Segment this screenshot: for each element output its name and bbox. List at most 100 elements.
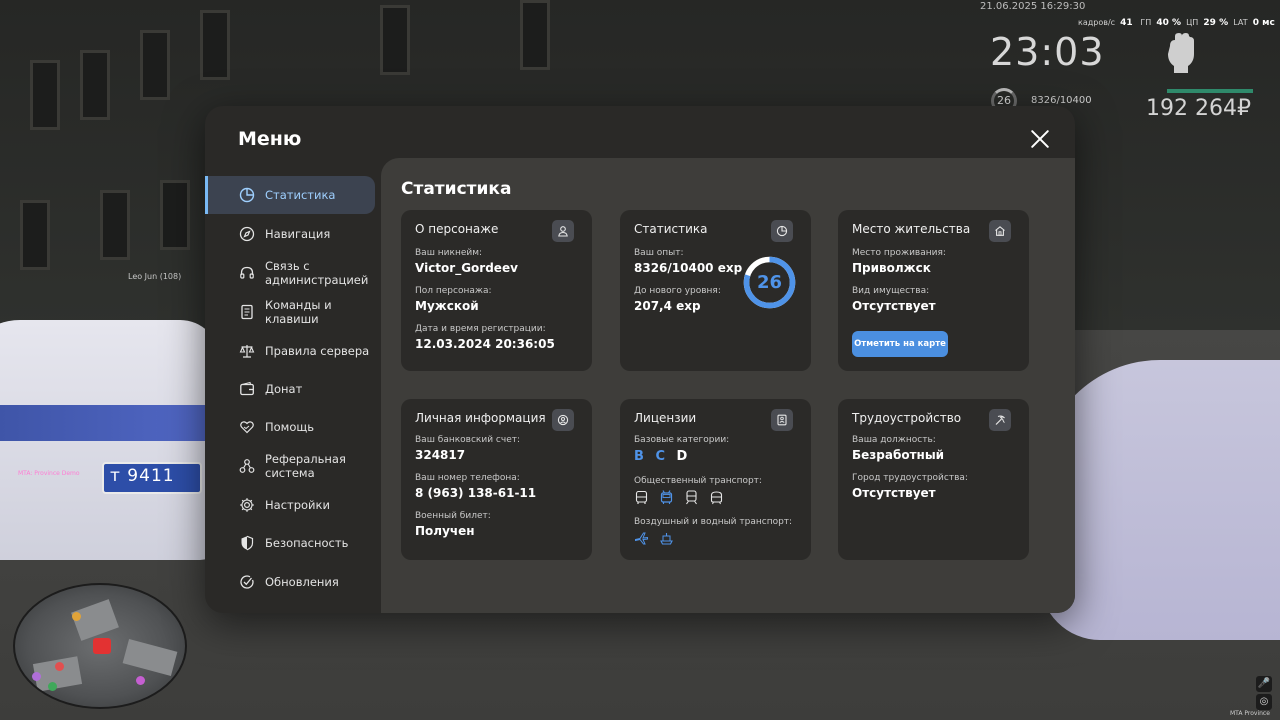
- license-category-b: B: [634, 449, 644, 464]
- hud-health-bar: [1167, 89, 1253, 93]
- sidebar-item-label: Навигация: [265, 227, 331, 241]
- gpu-value: 40 %: [1156, 18, 1181, 28]
- building-window: [160, 180, 190, 250]
- gpu-label: ГП: [1140, 18, 1152, 27]
- microphone-icon[interactable]: 🎤: [1256, 676, 1272, 692]
- wallet-icon: [238, 380, 256, 398]
- property-value: Отсутствует: [852, 299, 936, 313]
- building-window: [520, 0, 550, 70]
- car-tag: MTA: Province Demo: [18, 470, 80, 477]
- card-licenses: Лицензии Базовые категории: B C D Общест…: [620, 399, 811, 560]
- menu-sidebar: Статистика Навигация Связь с администрац…: [205, 174, 381, 613]
- phone-label: Ваш номер телефона:: [415, 473, 520, 483]
- lat-label: LAT: [1233, 18, 1248, 27]
- id-card-icon: [771, 409, 793, 431]
- public-transport-icons: [634, 490, 725, 506]
- sidebar-item-label: Статистика: [265, 188, 336, 202]
- mark-on-map-button[interactable]: Отметить на карте: [852, 331, 948, 357]
- pie-chart-icon: [238, 186, 256, 204]
- menu-modal: Меню Статистика Навигация Связь с админи…: [205, 106, 1075, 613]
- public-transport-label: Общественный транспорт:: [634, 476, 762, 486]
- sidebar-item-stats[interactable]: Статистика: [205, 176, 375, 214]
- card-title: Личная информация: [415, 411, 546, 425]
- map-marker-icon: [55, 662, 64, 671]
- sidebar-item-label: Безопасность: [265, 536, 349, 550]
- place-label: Место проживания:: [852, 248, 946, 258]
- close-icon[interactable]: [1028, 127, 1052, 151]
- building-window: [80, 50, 110, 120]
- minimap-block: [122, 638, 178, 677]
- minimap-player-icon: [93, 638, 111, 654]
- heart-hand-icon: [238, 418, 256, 436]
- sidebar-item-label: Связь с администрацией: [265, 259, 369, 287]
- user-icon: [552, 220, 574, 242]
- place-value: Приволжск: [852, 261, 931, 275]
- nickname-label: Ваш никнейм:: [415, 248, 483, 258]
- headset-icon: [238, 264, 256, 282]
- check-circle-icon: [238, 573, 256, 591]
- military-label: Военный билет:: [415, 511, 491, 521]
- license-category-c: C: [655, 449, 665, 464]
- sidebar-item-keys[interactable]: Команды и клавиши: [205, 293, 375, 331]
- building-window: [140, 30, 170, 100]
- hud-performance: кадров/с 41 ГП 40 % ЦП 29 % LAT 0 мс: [1078, 18, 1275, 28]
- pickaxe-icon: [989, 409, 1011, 431]
- next-level-label: До нового уровня:: [634, 286, 721, 296]
- building-window: [100, 190, 130, 260]
- mta-footer: MTA Province: [1230, 710, 1270, 717]
- sidebar-item-label: Настройки: [265, 498, 330, 512]
- target-icon[interactable]: ◎: [1256, 694, 1272, 710]
- sidebar-item-updates[interactable]: Обновления: [205, 563, 375, 601]
- military-value: Получен: [415, 524, 475, 538]
- sidebar-item-label: Помощь: [265, 420, 315, 434]
- network-icon: [238, 457, 256, 475]
- hud-clock: 23:03: [990, 30, 1105, 74]
- face-icon: [552, 409, 574, 431]
- bank-label: Ваш банковский счет:: [415, 435, 521, 445]
- registration-label: Дата и время регистрации:: [415, 324, 546, 334]
- cpu-value: 29 %: [1203, 18, 1229, 28]
- card-statistics: Статистика Ваш опыт: 8326/10400 exp До н…: [620, 210, 811, 371]
- employment-city-label: Город трудоустройства:: [852, 473, 968, 483]
- sidebar-item-nav[interactable]: Навигация: [205, 215, 375, 253]
- police-car-right: [1040, 360, 1280, 640]
- cpu-label: ЦП: [1186, 18, 1199, 27]
- plane-icon: [634, 531, 650, 547]
- page-title: Статистика: [401, 179, 512, 199]
- sidebar-item-rules[interactable]: Правила сервера: [205, 332, 375, 370]
- property-label: Вид имущества:: [852, 286, 930, 296]
- position-value: Безработный: [852, 448, 945, 462]
- sidebar-item-help[interactable]: Помощь: [205, 408, 375, 446]
- sidebar-item-security[interactable]: Безопасность: [205, 524, 375, 562]
- bus-icon: [634, 490, 650, 506]
- registration-value: 12.03.2024 20:36:05: [415, 337, 555, 351]
- lat-value: 0 мс: [1252, 18, 1275, 28]
- card-residence: Место жительства Место проживания: Приво…: [838, 210, 1029, 371]
- sidebar-item-referral[interactable]: Реферальная система: [205, 447, 375, 485]
- card-title: Статистика: [634, 222, 708, 236]
- sidebar-item-donate[interactable]: Донат: [205, 370, 375, 408]
- hud-datetime: 21.06.2025 16:29:30: [980, 1, 1086, 12]
- map-marker-icon: [32, 672, 41, 681]
- stats-content: Статистика О персонаже Ваш никнейм: Vict…: [381, 158, 1075, 613]
- house-icon: [989, 220, 1011, 242]
- train-icon: [684, 490, 700, 506]
- hud-money: 192 264₽: [1146, 96, 1251, 121]
- card-title: О персонаже: [415, 222, 499, 236]
- map-marker-icon: [72, 612, 81, 621]
- map-marker-icon: [48, 682, 57, 691]
- air-water-transport-icons: [634, 531, 675, 547]
- compass-icon: [238, 225, 256, 243]
- building-window: [380, 5, 410, 75]
- sidebar-item-admin[interactable]: Связь с администрацией: [205, 254, 375, 292]
- trolleybus-icon: [659, 490, 675, 506]
- nickname-value: Victor_Gordeev: [415, 261, 518, 275]
- fps-label: кадров/с: [1078, 18, 1116, 27]
- card-title: Трудоустройство: [852, 411, 962, 425]
- sidebar-item-label: Обновления: [265, 575, 339, 589]
- license-plate-text: т 9411: [110, 466, 175, 486]
- card-title: Место жительства: [852, 222, 971, 236]
- sidebar-item-settings[interactable]: Настройки: [205, 486, 375, 524]
- license-category-d: D: [676, 449, 688, 464]
- level-value: 26: [756, 272, 783, 293]
